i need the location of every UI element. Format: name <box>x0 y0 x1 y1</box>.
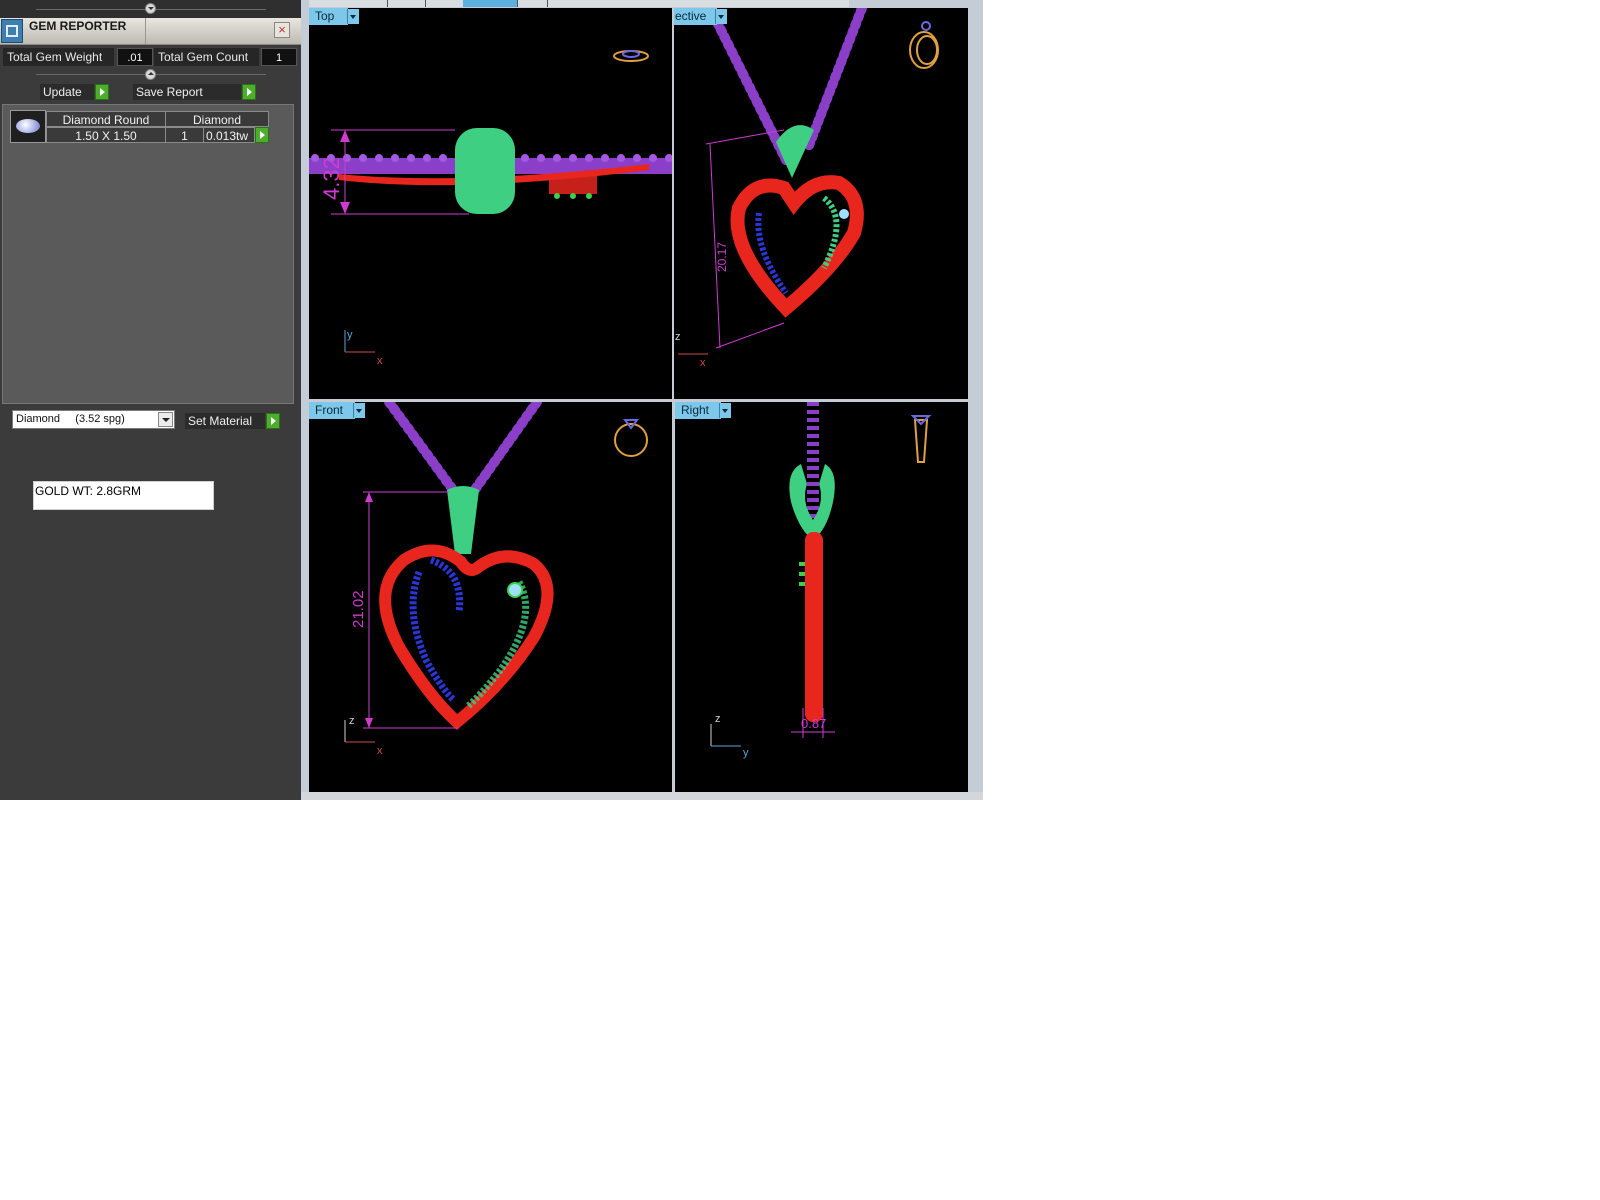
axis-gizmo: y x <box>344 329 383 367</box>
front-viewport-label[interactable]: Front <box>309 402 355 419</box>
svg-text:y: y <box>347 329 353 341</box>
right-viewport-label[interactable]: Right <box>675 402 721 419</box>
status-strip <box>301 792 983 800</box>
chevron-down-icon[interactable] <box>347 9 359 24</box>
gem-name: Diamond Round <box>46 111 166 127</box>
chevron-down-icon[interactable] <box>719 403 731 418</box>
view-tab-strip[interactable] <box>309 0 849 7</box>
save-report-button-label: Save Report <box>133 84 241 100</box>
front-viewport[interactable]: 21.02 z x Front <box>309 402 672 792</box>
total-gem-count-label: Total Gem Count <box>154 48 259 66</box>
ring-orientation-icon <box>614 419 648 457</box>
top-viewport-label[interactable]: Top <box>309 8 348 25</box>
perspective-view-drawing: 20.17 z x <box>675 8 939 369</box>
right-view-drawing: 0.87 z y <box>710 402 932 759</box>
total-gem-weight-value: .01 <box>117 48 153 66</box>
play-arrow-icon[interactable] <box>255 127 269 143</box>
axis-gizmo: z y <box>710 713 749 759</box>
update-button-label: Update <box>40 84 94 100</box>
gem-reporter-app-icon <box>1 19 23 43</box>
svg-text:x: x <box>377 745 383 757</box>
top-dimension: 4.32 <box>319 157 344 200</box>
set-material-button-label: Set Material <box>185 413 265 429</box>
perspective-viewport[interactable]: 20.17 z x ective <box>674 8 968 399</box>
front-view-drawing: 21.02 z x <box>344 402 648 757</box>
svg-text:z: z <box>715 713 721 725</box>
chevron-down-icon[interactable] <box>715 9 727 24</box>
svg-text:x: x <box>700 357 706 369</box>
gold-weight-note: GOLD WT: 2.8GRM <box>33 481 214 510</box>
right-dimension: 0.87 <box>801 716 826 731</box>
perspective-dimension: 20.17 <box>715 242 729 272</box>
total-gem-weight-label: Total Gem Weight <box>3 48 114 66</box>
svg-text:y: y <box>743 747 749 759</box>
top-viewport[interactable]: 4.32 y x Top <box>309 8 672 399</box>
svg-text:x: x <box>377 355 383 367</box>
collapse-icon[interactable] <box>145 69 156 80</box>
ring-orientation-icon <box>613 50 649 62</box>
svg-text:z: z <box>349 715 355 727</box>
ring-orientation-icon <box>909 21 939 69</box>
front-dimension: 21.02 <box>350 590 367 628</box>
gem-reporter-panel: GEM REPORTER × Total Gem Weight .01 Tota… <box>0 0 301 800</box>
gem-size: 1.50 X 1.50 <box>46 127 166 143</box>
gem-weight: 0.013tw <box>203 127 255 143</box>
play-arrow-icon[interactable] <box>242 84 256 100</box>
total-gem-count-value: 1 <box>261 48 297 66</box>
play-arrow-icon[interactable] <box>266 413 280 429</box>
svg-text:z: z <box>675 331 681 343</box>
panel-title-bar: GEM REPORTER × <box>0 18 301 45</box>
viewport-area: 4.32 y x Top 20.17 z x ective 21.02 z x … <box>301 0 983 800</box>
gem-list: Diamond Round Diamond 1.50 X 1.50 1 0.01… <box>2 104 294 404</box>
chevron-down-icon[interactable] <box>353 403 365 418</box>
gem-count: 1 <box>165 127 204 143</box>
axis-gizmo: z x <box>675 331 708 369</box>
axis-gizmo: z x <box>344 715 383 757</box>
right-viewport[interactable]: 0.87 z y Right <box>675 402 968 792</box>
round-diamond-icon <box>10 110 46 143</box>
material-select[interactable]: Diamond (3.52 spg) <box>12 410 175 429</box>
collapse-up-icon[interactable] <box>145 3 156 14</box>
chevron-down-icon[interactable] <box>158 412 173 427</box>
gem-material: Diamond <box>165 111 269 127</box>
ring-orientation-icon <box>910 415 932 463</box>
perspective-viewport-label[interactable]: ective <box>674 8 717 25</box>
close-icon[interactable]: × <box>274 22 290 38</box>
top-view-drawing: 4.32 y x <box>309 50 672 367</box>
material-select-value: Diamond (3.52 spg) <box>16 413 125 425</box>
play-arrow-icon[interactable] <box>95 84 109 100</box>
panel-title: GEM REPORTER <box>29 19 127 33</box>
panel-top-splitter[interactable] <box>0 0 301 18</box>
